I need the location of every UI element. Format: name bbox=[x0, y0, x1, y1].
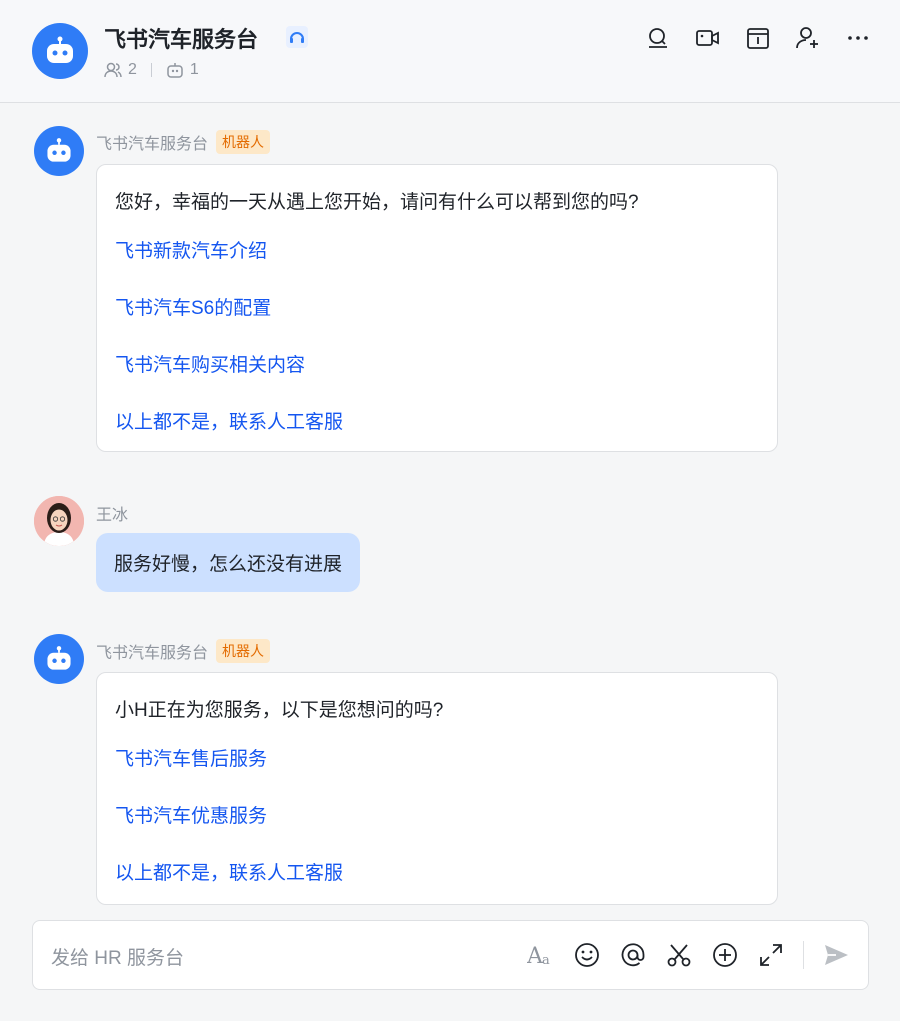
video-call-icon[interactable] bbox=[696, 26, 720, 50]
message-card: 小H正在为您服务，以下是您想问的吗? 飞书汽车售后服务 飞书汽车优惠服务 以上都… bbox=[96, 672, 778, 905]
members-icon bbox=[104, 62, 122, 78]
card-option[interactable]: 以上都不是，联系人工客服 bbox=[115, 858, 759, 885]
chat-title: 飞书汽车服务台 bbox=[104, 27, 259, 52]
text-format-icon[interactable]: Aa bbox=[526, 941, 555, 969]
calendar-icon[interactable] bbox=[746, 26, 770, 50]
toolbar-divider bbox=[803, 941, 804, 969]
bot-avatar[interactable] bbox=[34, 126, 84, 176]
svg-text:a: a bbox=[542, 953, 550, 968]
message-sender: 王冰 bbox=[96, 501, 128, 525]
add-icon[interactable] bbox=[711, 941, 739, 969]
robot-icon bbox=[47, 646, 71, 670]
emoji-icon[interactable] bbox=[573, 941, 601, 969]
chat-meta: 2 1 bbox=[104, 61, 199, 79]
robot-icon bbox=[47, 36, 73, 63]
card-option[interactable]: 以上都不是，联系人工客服 bbox=[115, 407, 759, 434]
send-icon[interactable] bbox=[822, 941, 850, 969]
bot-tag: 机器人 bbox=[216, 130, 271, 154]
expand-icon[interactable] bbox=[757, 941, 785, 969]
robot-icon bbox=[47, 138, 71, 162]
sender-name: 王冰 bbox=[96, 507, 129, 524]
chat-avatar[interactable] bbox=[32, 23, 88, 79]
message-sender: 飞书汽车服务台 机器人 bbox=[96, 130, 271, 154]
message-bubble: 服务好慢，怎么还没有进展 bbox=[96, 533, 361, 592]
header-actions bbox=[646, 26, 870, 50]
card-option[interactable]: 飞书新款汽车介绍 bbox=[115, 236, 759, 263]
card-question: 您好，幸福的一天从遇上您开始，请问有什么可以帮到您的吗? bbox=[115, 192, 639, 213]
sender-name: 飞书汽车服务台 bbox=[96, 136, 209, 153]
input-toolbar: Aa bbox=[526, 941, 850, 969]
member-count: 2 bbox=[128, 61, 137, 78]
meta-divider bbox=[150, 63, 152, 77]
card-option[interactable]: 飞书汽车优惠服务 bbox=[115, 801, 759, 828]
card-option[interactable]: 飞书汽车购买相关内容 bbox=[115, 350, 759, 377]
card-option[interactable]: 飞书汽车售后服务 bbox=[115, 744, 759, 771]
message-card: 您好，幸福的一天从遇上您开始，请问有什么可以帮到您的吗? 飞书新款汽车介绍 飞书… bbox=[96, 164, 778, 452]
bot-count: 1 bbox=[189, 61, 199, 78]
message-input[interactable]: 发给 HR 服务台 Aa bbox=[32, 920, 869, 990]
scissors-icon[interactable] bbox=[665, 941, 693, 969]
mention-icon[interactable] bbox=[619, 941, 647, 969]
search-icon[interactable] bbox=[646, 26, 670, 50]
user-portrait bbox=[34, 496, 84, 546]
more-icon[interactable] bbox=[846, 26, 870, 50]
sender-name: 飞书汽车服务台 bbox=[96, 645, 209, 662]
bot-count-icon bbox=[167, 63, 183, 78]
add-member-icon[interactable] bbox=[796, 26, 820, 50]
bot-avatar[interactable] bbox=[34, 634, 84, 684]
message-sender: 飞书汽车服务台 机器人 bbox=[96, 639, 271, 663]
chat-header: 飞书汽车服务台 2 1 bbox=[0, 0, 900, 103]
card-option[interactable]: 飞书汽车S6的配置 bbox=[115, 293, 759, 320]
user-avatar[interactable] bbox=[34, 496, 84, 546]
input-placeholder: 发给 HR 服务台 bbox=[51, 948, 185, 969]
bot-tag: 机器人 bbox=[216, 639, 271, 663]
headset-icon bbox=[286, 26, 308, 48]
card-question: 小H正在为您服务，以下是您想问的吗? bbox=[115, 700, 444, 721]
